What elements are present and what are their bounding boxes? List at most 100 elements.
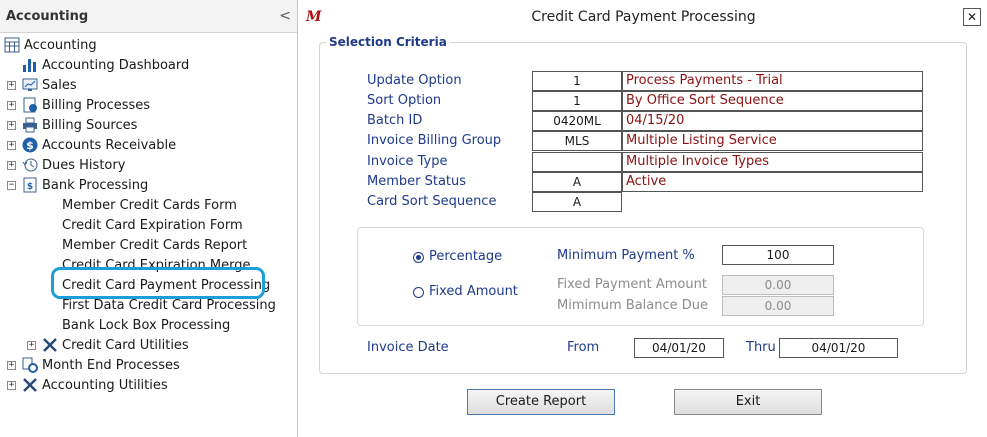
bank-doc-icon: $ (23, 177, 37, 193)
tree-item-billing-processes[interactable]: Billing Processes (22, 95, 150, 115)
sidebar-title: Accounting (6, 8, 89, 24)
card-sort-sequence-label: Card Sort Sequence (367, 194, 497, 209)
navigation-sidebar: Accounting < Accounting Accounting Dashb… (0, 0, 298, 437)
selection-criteria-legend: Selection Criteria (326, 35, 450, 49)
tree-label: Member Credit Cards Report (62, 237, 248, 253)
close-button[interactable]: ✕ (963, 8, 981, 26)
credit-card-payment-dialog: M Credit Card Payment Processing ✕ Selec… (300, 0, 987, 437)
from-date-label: From (567, 340, 600, 355)
payment-method-group: Percentage Fixed Amount Minimum Payment … (357, 227, 924, 326)
monitor-chart-icon (22, 78, 38, 91)
percentage-label[interactable]: Percentage (429, 249, 502, 264)
tree-label: Bank Processing (42, 177, 149, 193)
calculator-icon (4, 37, 20, 53)
sort-option-label: Sort Option (367, 93, 442, 108)
expand-icon[interactable]: + (7, 141, 16, 150)
tree-item-member-credit-cards-form[interactable]: Member Credit Cards Form (62, 195, 237, 215)
billing-doc-icon (23, 97, 37, 113)
update-option-label: Update Option (367, 73, 462, 88)
sidebar-header: Accounting < (0, 0, 297, 33)
tree-label: Billing Sources (42, 117, 138, 133)
invoice-billing-group-field[interactable]: MLS (532, 131, 622, 151)
dialog-title: Credit Card Payment Processing (531, 9, 756, 25)
tree-item-sales[interactable]: Sales (22, 75, 77, 95)
tree-item-credit-card-expiration-form[interactable]: Credit Card Expiration Form (62, 215, 243, 235)
history-icon (22, 158, 38, 172)
printer-icon (23, 117, 37, 133)
expand-icon[interactable]: + (7, 381, 16, 390)
fixed-amount-label[interactable]: Fixed Amount (429, 284, 518, 299)
tree-item-member-credit-cards-report[interactable]: Member Credit Cards Report (62, 235, 247, 255)
svg-text:$: $ (27, 182, 33, 192)
selection-highlight (51, 267, 265, 299)
tree-item-accounting-utilities[interactable]: Accounting Utilities (22, 375, 168, 395)
card-sort-sequence-field[interactable]: A (532, 192, 622, 212)
expand-icon[interactable]: + (27, 341, 36, 350)
member-status-field[interactable]: A (532, 172, 622, 192)
exit-button[interactable]: Exit (674, 389, 822, 415)
create-report-button[interactable]: Create Report (467, 389, 615, 415)
invoice-billing-group-label: Invoice Billing Group (367, 133, 502, 148)
member-status-description: Active (622, 172, 923, 192)
sort-option-code-field[interactable]: 1 (532, 91, 622, 111)
tree-label: Credit Card Expiration Form (62, 217, 243, 233)
dollar-icon: $ (22, 137, 38, 153)
member-status-label: Member Status (367, 174, 467, 189)
update-option-description: Process Payments - Trial (622, 71, 923, 91)
minimum-balance-due-input[interactable]: 0.00 (722, 296, 834, 316)
tree-label: First Data Credit Card Processing (62, 297, 276, 313)
tree-label: Billing Processes (42, 97, 151, 113)
tree-label: Bank Lock Box Processing (62, 317, 231, 333)
tree-label: Accounting Utilities (42, 377, 168, 393)
tools-icon (23, 378, 37, 392)
minimum-balance-due-label: Mimimum Balance Due (557, 298, 709, 313)
expand-icon[interactable]: + (7, 101, 16, 110)
tree-label: Month End Processes (42, 357, 180, 373)
expand-icon[interactable]: + (7, 161, 16, 170)
tree-item-credit-card-utilities[interactable]: Credit Card Utilities (42, 335, 189, 355)
tree-label: Sales (42, 77, 77, 93)
tree-item-month-end-processes[interactable]: Month End Processes (22, 355, 180, 375)
tree-label: Dues History (42, 157, 126, 173)
expand-icon[interactable]: + (7, 81, 16, 90)
tree-root-accounting[interactable]: Accounting (4, 35, 97, 55)
update-option-code-field[interactable]: 1 (532, 71, 622, 91)
invoice-type-field[interactable] (532, 152, 622, 172)
collapse-icon[interactable]: − (7, 181, 16, 190)
sort-option-description: By Office Sort Sequence (622, 91, 923, 111)
invoice-type-label: Invoice Type (367, 154, 448, 169)
tree-label: Accounts Receivable (42, 137, 177, 153)
gears-icon (22, 357, 38, 373)
selection-criteria-group: Selection Criteria Update Option 1 Proce… (319, 35, 967, 374)
collapse-sidebar-icon[interactable]: < (279, 8, 291, 24)
tree-item-dues-history[interactable]: Dues History (22, 155, 125, 175)
tree-item-billing-sources[interactable]: Billing Sources (22, 115, 137, 135)
batch-id-field[interactable]: 0420ML (532, 111, 622, 131)
svg-text:$: $ (26, 139, 34, 152)
fixed-payment-amount-input[interactable]: 0.00 (722, 275, 834, 295)
invoice-billing-group-description: Multiple Listing Service (622, 131, 923, 151)
minimum-payment-label: Minimum Payment % (557, 248, 695, 263)
tree-label: Member Credit Cards Form (62, 197, 237, 213)
from-date-input[interactable]: 04/01/20 (634, 338, 724, 358)
minimum-payment-input[interactable]: 100 (722, 245, 834, 265)
bar-chart-icon (23, 59, 36, 72)
expand-icon[interactable]: + (7, 121, 16, 130)
tree-item-bank-processing[interactable]: $ Bank Processing (22, 175, 148, 195)
tree-label: Accounting (24, 37, 97, 53)
tools-icon (43, 338, 57, 352)
batch-id-label: Batch ID (367, 113, 423, 128)
percentage-radio[interactable] (413, 252, 424, 263)
thru-date-input[interactable]: 04/01/20 (779, 338, 898, 358)
tree-label: Credit Card Utilities (62, 337, 189, 353)
tree-label: Accounting Dashboard (42, 57, 190, 73)
tree-item-bank-lock-box-processing[interactable]: Bank Lock Box Processing (62, 315, 230, 335)
thru-date-label: Thru (746, 340, 776, 355)
expand-icon[interactable]: + (7, 361, 16, 370)
tree-item-accounting-dashboard[interactable]: Accounting Dashboard (22, 55, 189, 75)
tree-item-accounts-receivable[interactable]: $ Accounts Receivable (22, 135, 176, 155)
fixed-amount-radio[interactable] (413, 287, 424, 298)
batch-date-description: 04/15/20 (622, 111, 923, 131)
invoice-date-label: Invoice Date (367, 340, 449, 355)
fixed-payment-amount-label: Fixed Payment Amount (557, 277, 707, 292)
